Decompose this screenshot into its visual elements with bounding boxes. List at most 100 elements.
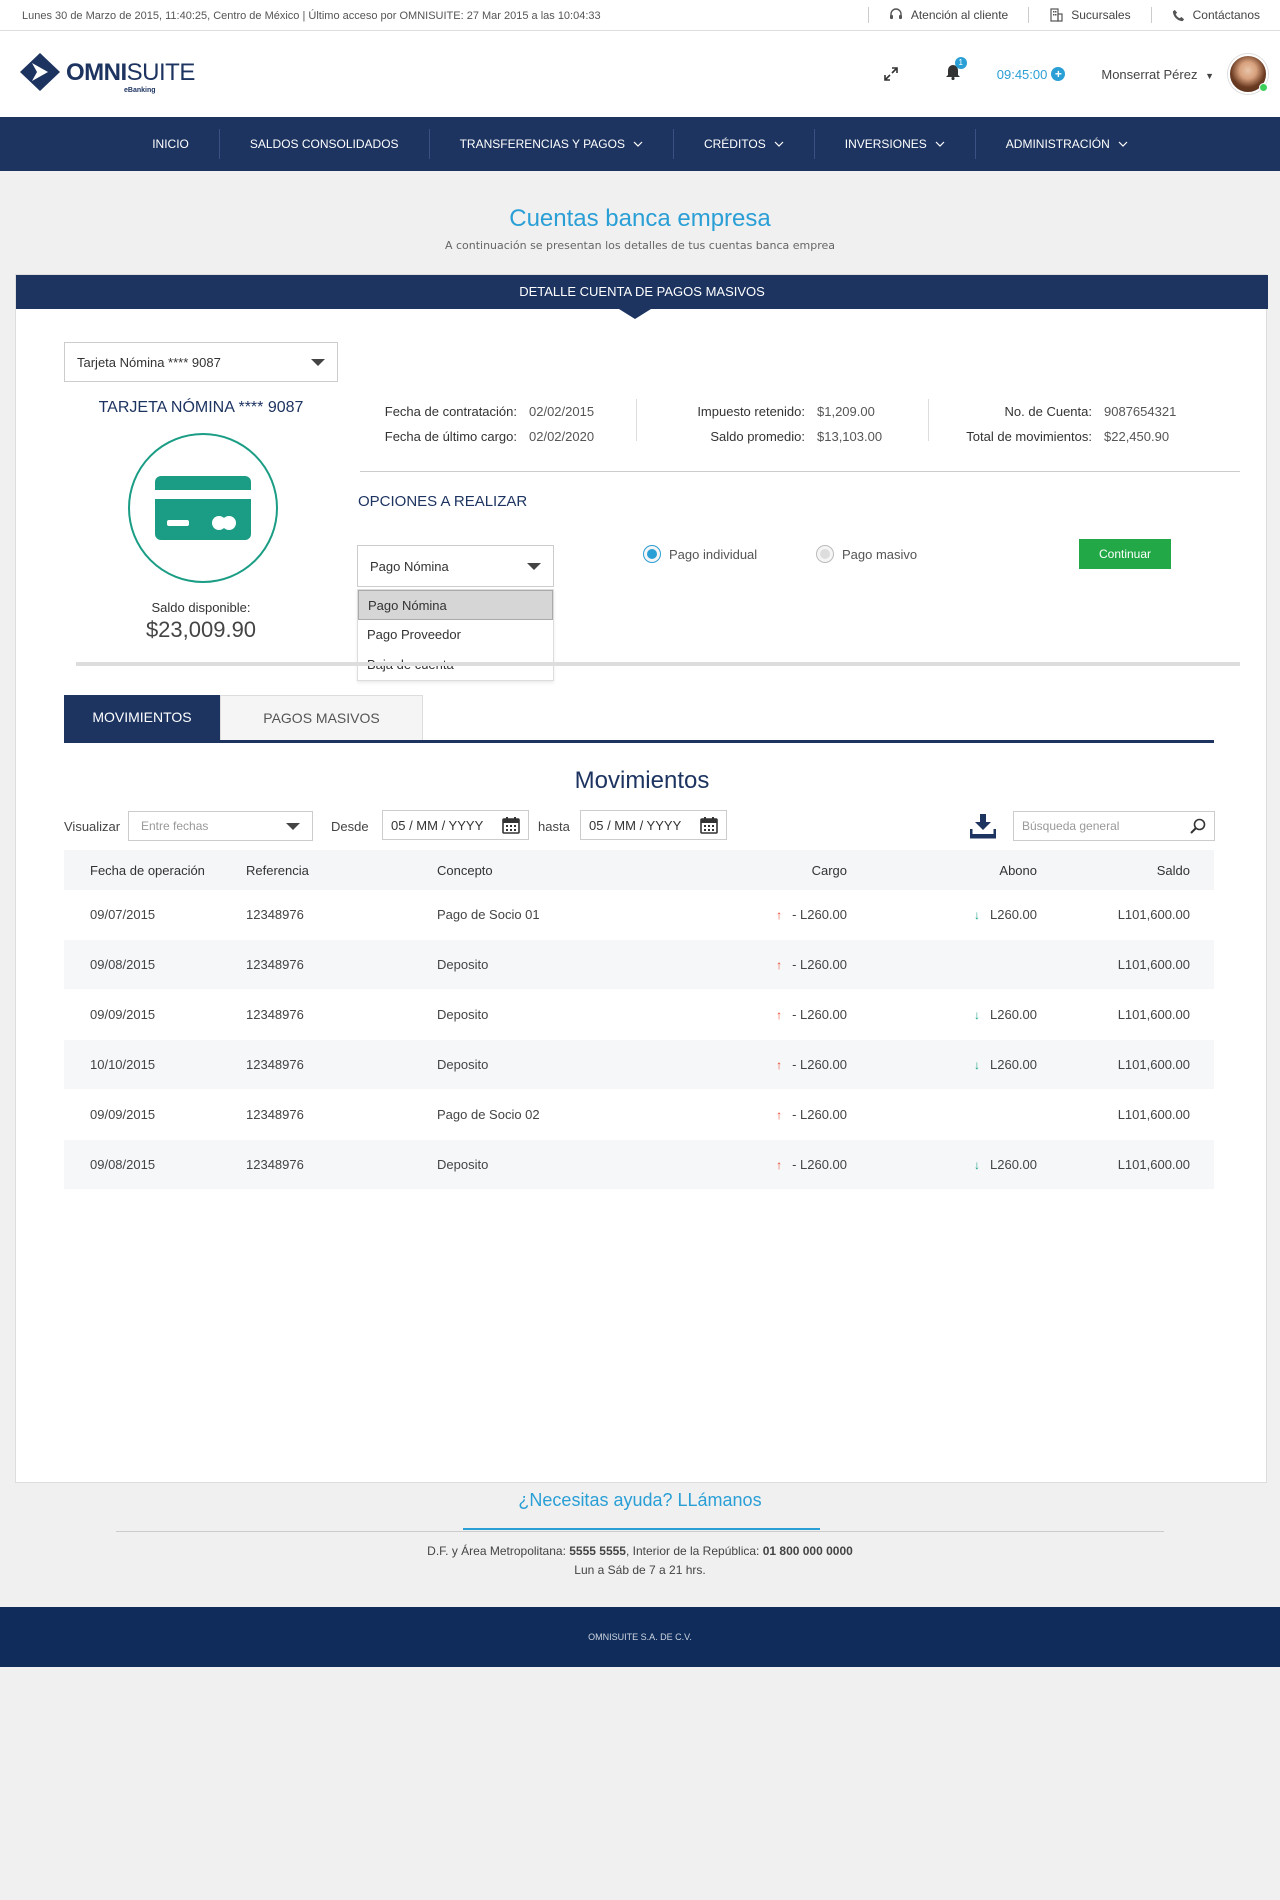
credit-card-icon	[155, 476, 251, 540]
search-icon[interactable]	[1190, 818, 1206, 834]
top-status-bar: Lunes 30 de Marzo de 2015, 11:40:25, Cen…	[0, 0, 1280, 31]
tab-movimientos[interactable]: MOVIMIENTOS	[64, 695, 220, 740]
customer-service-label: Atención al cliente	[910, 8, 1009, 22]
footer: OMNISUITE S.A. DE C.V.	[0, 1607, 1280, 1667]
user-menu[interactable]: Monserrat Pérez ▼	[1101, 67, 1214, 82]
option-select-value: Pago Nómina	[370, 558, 449, 574]
extend-session-icon[interactable]: +	[1051, 67, 1066, 81]
column-header[interactable]: Concepto	[437, 863, 727, 878]
expand-icon[interactable]	[883, 66, 899, 82]
cell-cargo: ↑ - L260.00	[776, 1057, 847, 1072]
caret-down-icon	[311, 358, 325, 366]
calendar-icon[interactable]	[502, 816, 520, 834]
desde-label: Desde	[331, 818, 369, 834]
app-header: OMNISUITE eBanking 1 09:45:00 + Monserra…	[0, 31, 1280, 117]
contact-link[interactable]: Contáctanos	[1150, 7, 1280, 23]
option-select[interactable]: Pago Nómina	[357, 545, 554, 587]
option-dropdown-list: Pago Nómina Pago Proveedor Baja de cuent…	[357, 589, 554, 681]
page-title: Cuentas banca empresa	[509, 205, 771, 232]
cell-concepto: Deposito	[437, 1157, 489, 1172]
cell-fecha: 10/10/2015	[90, 1057, 156, 1072]
customer-service-link[interactable]: Atención al cliente	[867, 7, 1028, 23]
saldo-label: Saldo disponible:	[151, 600, 251, 615]
session-timer: 09:45:00 +	[997, 67, 1066, 82]
header-tools: 1 09:45:00 + Monserrat Pérez ▼	[883, 54, 1280, 94]
main-nav: INICIO SALDOS CONSOLIDADOS TRANSFERENCIA…	[0, 117, 1280, 171]
table-row[interactable]: 09/09/2015 12348976 Pago de Socio 02 ↑ - L26…	[64, 1090, 1214, 1140]
account-select[interactable]: Tarjeta Nómina **** 9087	[64, 342, 338, 382]
nav-item-inicio[interactable]: INICIO	[122, 129, 219, 159]
search-input[interactable]: Búsqueda general	[1013, 811, 1215, 841]
radio-pago-masivo[interactable]: Pago masivo	[816, 545, 917, 563]
cell-concepto: Deposito	[437, 1057, 489, 1072]
nav-item-inversiones[interactable]: INVERSIONES	[813, 129, 975, 159]
continue-button[interactable]: Continuar	[1079, 539, 1171, 569]
branches-label: Sucursales	[1071, 8, 1131, 22]
date-to-input[interactable]: 05 / MM / YYYY	[580, 810, 727, 840]
arrow-down-icon: ↓	[974, 1058, 980, 1072]
notifications-button[interactable]: 1	[945, 57, 967, 85]
help-title[interactable]: ¿Necesitas ayuda? LLámanos	[0, 1490, 1280, 1511]
info-column-1: Fecha de contratación: 02/02/2015 Fecha d…	[384, 404, 595, 444]
table-row[interactable]: 09/08/2015 12348976 Deposito ↑ - L260.00 ↓ L26…	[64, 1140, 1214, 1190]
movements-title: Movimientos	[574, 767, 710, 794]
cell-concepto: Pago de Socio 01	[437, 907, 540, 922]
cell-cargo: ↑ - L260.00	[776, 1157, 847, 1172]
chevron-down-icon	[774, 141, 784, 147]
cell-referencia: 12348976	[246, 1007, 304, 1022]
page-heading: Cuentas banca empresa A continuación se …	[0, 205, 1280, 252]
arrow-up-icon: ↑	[776, 1058, 783, 1072]
column-header[interactable]: Abono	[847, 863, 1037, 878]
nav-item-saldos[interactable]: SALDOS CONSOLIDADOS	[218, 129, 429, 159]
options-title: OPCIONES A REALIZAR	[358, 493, 528, 510]
divider	[636, 399, 637, 441]
table-row[interactable]: 09/09/2015 12348976 Deposito ↑ - L260.00 ↓ L26…	[64, 990, 1214, 1040]
dropdown-option-pago-proveedor[interactable]: Pago Proveedor	[358, 620, 553, 650]
radio-pago-individual[interactable]: Pago individual	[643, 545, 757, 563]
cell-abono: ↓ L260.00	[974, 907, 1037, 922]
nav-item-creditos[interactable]: CRÉDITOS	[672, 129, 814, 159]
visualizar-label: Visualizar	[64, 818, 121, 834]
dropdown-option-pago-nomina[interactable]: Pago Nómina	[358, 590, 553, 620]
panel-title-pointer	[619, 309, 651, 319]
page-subtitle: A continuación se presentan los detalles…	[444, 239, 836, 252]
table-row[interactable]: 10/10/2015 12348976 Deposito ↑ - L260.00 ↓ L26…	[64, 1040, 1214, 1090]
calendar-icon[interactable]	[700, 816, 718, 834]
cell-abono: ↓ L260.00	[974, 1057, 1037, 1072]
arrow-down-icon: ↓	[974, 908, 980, 922]
building-icon	[1050, 8, 1063, 22]
column-header[interactable]: Cargo	[727, 863, 847, 878]
chevron-down-icon	[935, 141, 945, 147]
chevron-down-icon: ▼	[1205, 70, 1214, 81]
cell-saldo: L101,600.00	[1117, 907, 1190, 922]
cell-cargo: ↑ - L260.00	[776, 1107, 847, 1122]
table-body: 09/07/2015 12348976 Pago de Socio 01 ↑ - L26…	[64, 890, 1214, 1190]
branches-link[interactable]: Sucursales	[1028, 7, 1150, 23]
session-status-text: Lunes 30 de Marzo de 2015, 11:40:25, Cen…	[22, 10, 601, 22]
card-circle	[128, 433, 278, 583]
visualizar-select[interactable]: Entre fechas	[128, 811, 313, 841]
arrow-up-icon: ↑	[776, 958, 783, 972]
top-links: Atención al cliente Sucursales Contáctan…	[867, 0, 1280, 30]
cell-saldo: L101,600.00	[1117, 1007, 1190, 1022]
divider	[76, 662, 1240, 666]
nav-item-administracion[interactable]: ADMINISTRACIÓN	[974, 129, 1158, 159]
notification-count-badge: 1	[954, 57, 967, 69]
avatar[interactable]	[1228, 54, 1268, 94]
caret-down-icon	[286, 822, 300, 830]
column-header[interactable]: Referencia	[242, 863, 437, 878]
table-row[interactable]: 09/08/2015 12348976 Deposito ↑ - L260.00 L101…	[64, 940, 1214, 990]
table-row[interactable]: 09/07/2015 12348976 Pago de Socio 01 ↑ - L26…	[64, 890, 1214, 940]
user-name: Monserrat Pérez	[1101, 66, 1198, 82]
omnisuite-logo[interactable]: OMNISUITE eBanking	[20, 53, 195, 94]
cell-concepto: Deposito	[437, 957, 489, 972]
download-icon[interactable]	[970, 813, 996, 839]
cell-saldo: L101,600.00	[1117, 1157, 1190, 1172]
nav-item-transferencias[interactable]: TRANSFERENCIAS Y PAGOS	[428, 129, 673, 159]
column-header[interactable]: Saldo	[1037, 863, 1214, 878]
tab-pagos-masivos[interactable]: PAGOS MASIVOS	[220, 695, 423, 740]
chevron-down-icon	[633, 141, 643, 147]
cell-concepto: Deposito	[437, 1007, 489, 1022]
column-header[interactable]: Fecha de operación	[64, 863, 242, 878]
date-from-input[interactable]: 05 / MM / YYYY	[382, 810, 529, 840]
